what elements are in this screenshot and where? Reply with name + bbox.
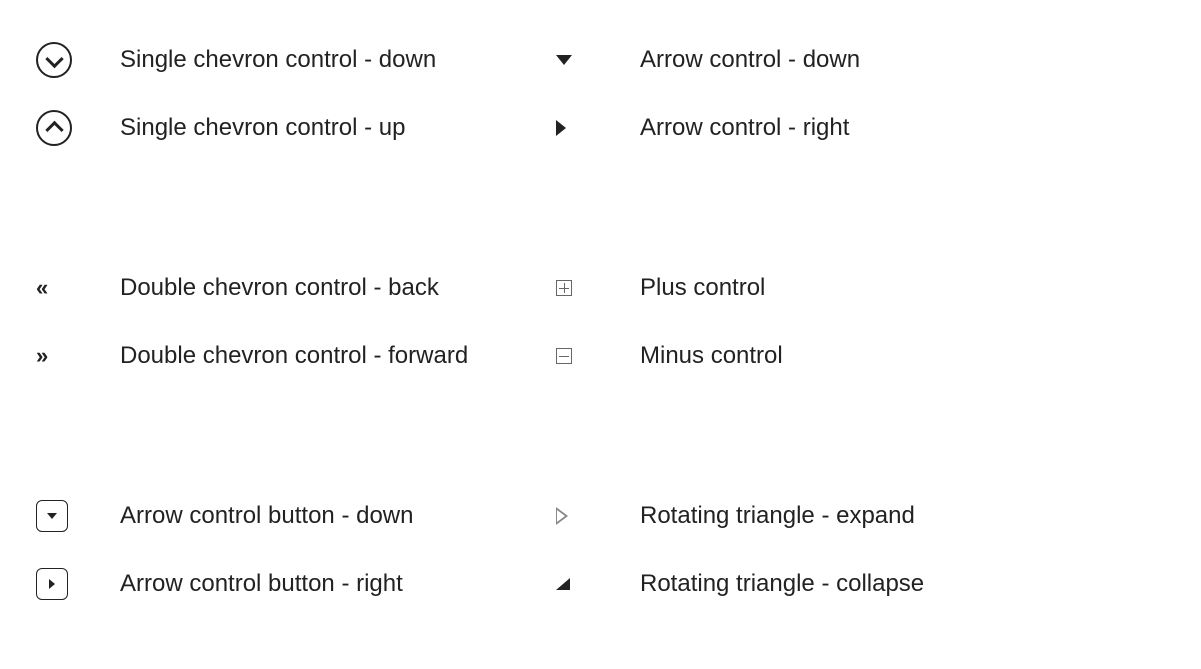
label-arrow-control-right: Arrow control - right [640, 114, 849, 143]
icon-cell [30, 40, 120, 80]
row-double-chevron-forward: » Double chevron control - forward [30, 336, 510, 376]
icon-cell [550, 40, 640, 80]
row-arrow-control-right: Arrow control - right [550, 108, 1110, 148]
icon-cell [550, 496, 640, 536]
row-single-chevron-down: Single chevron control - down [30, 40, 510, 80]
group-3-left: Arrow control button - down Arrow contro… [30, 496, 510, 604]
row-arrow-control-down: Arrow control - down [550, 40, 1110, 80]
rotating-triangle-collapse-icon[interactable] [556, 578, 570, 590]
group-2: « Double chevron control - back » Double… [30, 268, 1171, 376]
group-1-left: Single chevron control - down Single che… [30, 40, 510, 148]
row-rotating-triangle-collapse: Rotating triangle - collapse [550, 564, 1110, 604]
layout-grid: Single chevron control - down Single che… [30, 40, 1171, 639]
label-single-chevron-up: Single chevron control - up [120, 114, 406, 143]
icon-cell [30, 108, 120, 148]
minus-box-icon[interactable] [556, 348, 572, 364]
label-plus-control: Plus control [640, 274, 765, 303]
row-rotating-triangle-expand: Rotating triangle - expand [550, 496, 1110, 536]
double-chevron-forward-icon[interactable]: » [36, 343, 44, 369]
row-arrow-button-down: Arrow control button - down [30, 496, 510, 536]
single-chevron-down-icon[interactable] [36, 42, 72, 78]
label-rotating-triangle-expand: Rotating triangle - expand [640, 502, 915, 531]
label-rotating-triangle-collapse: Rotating triangle - collapse [640, 570, 924, 599]
icon-cell [30, 496, 120, 536]
label-double-chevron-forward: Double chevron control - forward [120, 342, 468, 371]
arrow-right-icon[interactable] [556, 120, 566, 136]
label-single-chevron-down: Single chevron control - down [120, 46, 436, 75]
single-chevron-up-icon[interactable] [36, 110, 72, 146]
label-arrow-button-right: Arrow control button - right [120, 570, 403, 599]
label-arrow-button-down: Arrow control button - down [120, 502, 413, 531]
arrow-down-icon[interactable] [556, 55, 572, 65]
row-minus-control: Minus control [550, 336, 1110, 376]
label-minus-control: Minus control [640, 342, 783, 371]
row-double-chevron-back: « Double chevron control - back [30, 268, 510, 308]
icon-cell: « [30, 268, 120, 308]
plus-box-icon[interactable] [556, 280, 572, 296]
group-3: Arrow control button - down Arrow contro… [30, 496, 1171, 604]
icon-cell [550, 564, 640, 604]
group-2-right: Plus control Minus control [550, 268, 1110, 376]
label-arrow-control-down: Arrow control - down [640, 46, 860, 75]
row-single-chevron-up: Single chevron control - up [30, 108, 510, 148]
icon-cell [550, 336, 640, 376]
label-double-chevron-back: Double chevron control - back [120, 274, 439, 303]
arrow-button-down-icon[interactable] [36, 500, 68, 532]
group-3-right: Rotating triangle - expand Rotating tria… [550, 496, 1110, 604]
stencil-reference-sheet: Single chevron control - down Single che… [0, 0, 1201, 669]
icon-cell [550, 108, 640, 148]
group-1: Single chevron control - down Single che… [30, 40, 1171, 148]
arrow-button-right-icon[interactable] [36, 568, 68, 600]
double-chevron-back-icon[interactable]: « [36, 275, 44, 301]
row-arrow-button-right: Arrow control button - right [30, 564, 510, 604]
icon-cell [30, 564, 120, 604]
icon-cell: » [30, 336, 120, 376]
icon-cell [550, 268, 640, 308]
group-2-left: « Double chevron control - back » Double… [30, 268, 510, 376]
row-plus-control: Plus control [550, 268, 1110, 308]
group-1-right: Arrow control - down Arrow control - rig… [550, 40, 1110, 148]
rotating-triangle-expand-icon[interactable] [556, 507, 568, 525]
